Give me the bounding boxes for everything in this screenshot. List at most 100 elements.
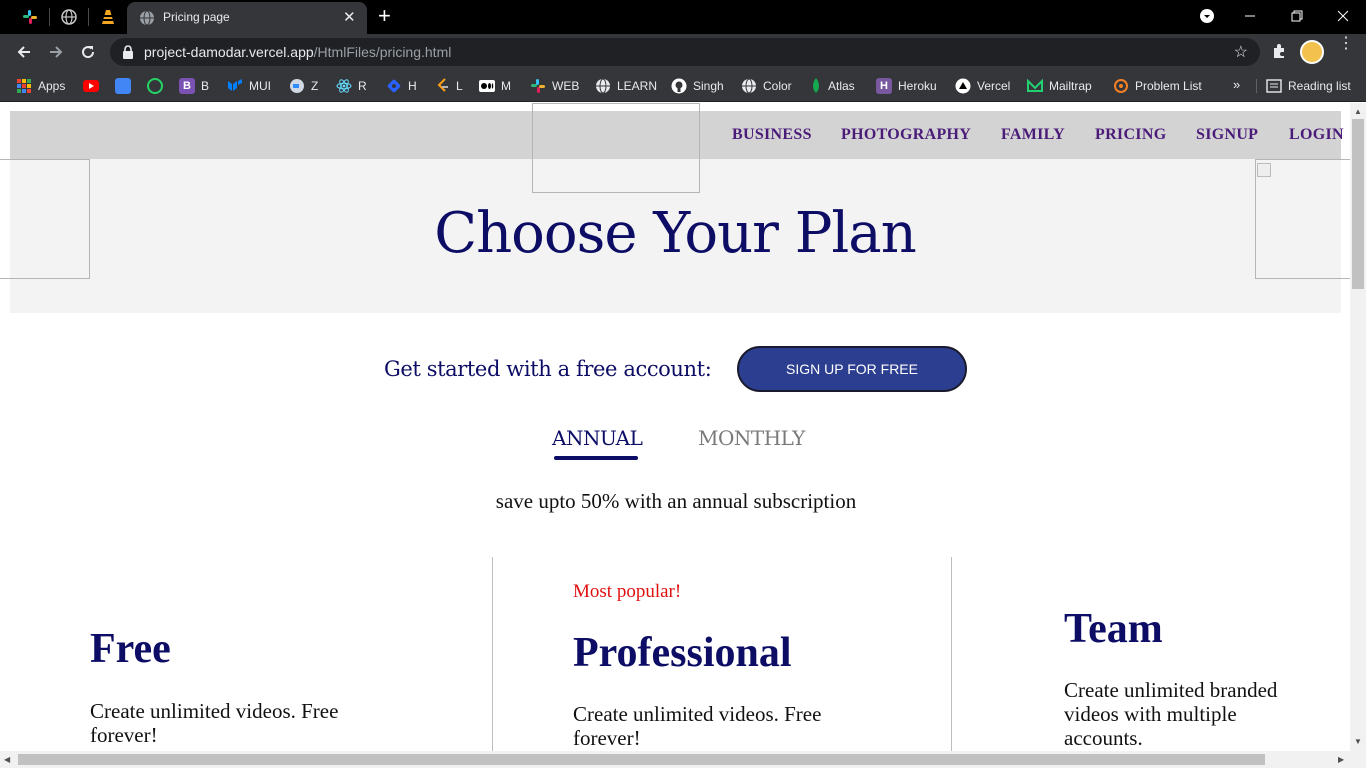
slack-icon	[531, 79, 545, 93]
bookmark-vercel[interactable]: Vercel	[955, 77, 1010, 95]
nav-link-signup[interactable]: SIGNUP	[1196, 126, 1258, 144]
bookmark-label: Z	[311, 79, 319, 93]
google-translate-icon	[115, 78, 131, 94]
vertical-scrollbar[interactable]: ▲ ▼	[1350, 103, 1366, 751]
url-text: project-damodar.vercel.app/HtmlFiles/pri…	[144, 44, 451, 60]
bookmark-label: L	[456, 79, 463, 93]
bookmark-singh[interactable]: Singh	[671, 77, 724, 95]
horizontal-scroll-thumb[interactable]	[18, 754, 1265, 765]
bookmark-z[interactable]: Z	[289, 77, 318, 95]
nav-link-photography[interactable]: PHOTOGRAPHY	[841, 126, 971, 144]
bookmark-mui[interactable]: MUI	[227, 77, 271, 95]
reload-icon	[82, 46, 95, 59]
page-title: Choose Your Plan	[434, 201, 917, 266]
heroku-icon: H	[876, 78, 892, 94]
arrow-left-icon	[17, 46, 30, 58]
apps-grid-icon	[17, 79, 31, 93]
close-window-button[interactable]	[1323, 4, 1363, 28]
reload-button[interactable]	[76, 40, 100, 64]
bookmark-label: Mailtrap	[1049, 79, 1092, 93]
profile-avatar[interactable]	[1300, 40, 1324, 64]
bookmark-l[interactable]: L	[436, 77, 463, 95]
plan-name-team: Team	[1064, 606, 1163, 652]
scroll-left-arrow-icon[interactable]: ◀	[4, 755, 10, 764]
tab-separator	[88, 8, 89, 26]
broken-image-icon	[1257, 163, 1271, 177]
pinned-tab[interactable]	[95, 5, 121, 29]
bookmark-r[interactable]: R	[336, 77, 367, 95]
tab-search-button[interactable]	[1187, 4, 1227, 28]
bookmark-star-icon[interactable]: ☆	[1234, 42, 1248, 62]
bookmarks-bar: Apps B B MUI Z R H L M WEB LEARN Singh C…	[0, 70, 1366, 102]
leetcode-icon	[437, 78, 448, 92]
url-host: project-damodar.vercel.app	[144, 44, 314, 60]
globe-pinned-tab[interactable]	[56, 5, 82, 29]
nav-link-family[interactable]: FAMILY	[1001, 126, 1065, 144]
tab-title: Pricing page	[163, 10, 230, 24]
bookmark-web[interactable]: WEB	[530, 77, 579, 95]
sign-up-free-button[interactable]: SIGN UP FOR FREE	[737, 346, 967, 392]
slack-pinned-tab[interactable]	[17, 5, 43, 29]
active-tab[interactable]: Pricing page ✕	[127, 2, 367, 34]
plan-divider	[951, 557, 952, 751]
slack-icon	[23, 10, 37, 24]
plan-description-team: Create unlimited branded videos with mul…	[1064, 678, 1278, 750]
url-path: /HtmlFiles/pricing.html	[313, 44, 452, 60]
plan-divider	[492, 557, 493, 751]
back-button[interactable]	[12, 40, 36, 64]
mongodb-leaf-icon	[813, 78, 819, 93]
youtube-icon	[83, 80, 99, 92]
bookmark-atlas[interactable]: Atlas	[810, 77, 855, 95]
browser-toolbar: project-damodar.vercel.app/HtmlFiles/pri…	[0, 34, 1366, 70]
restore-icon	[1291, 10, 1303, 22]
bookmark-learn[interactable]: LEARN	[595, 77, 657, 95]
browser-menu-icon[interactable]: ⋮	[1338, 36, 1354, 52]
chevron-down-icon	[1200, 9, 1214, 23]
bookmark-whatsapp[interactable]	[147, 77, 163, 95]
extensions-icon[interactable]	[1270, 42, 1288, 60]
close-tab-icon[interactable]: ✕	[343, 8, 356, 26]
new-tab-button[interactable]: +	[378, 4, 391, 28]
nav-link-login[interactable]: LOGIN	[1289, 126, 1344, 144]
reading-list-button[interactable]: Reading list	[1266, 77, 1351, 95]
restore-button[interactable]	[1277, 4, 1317, 28]
bookmark-youtube[interactable]	[83, 77, 99, 95]
scroll-right-arrow-icon[interactable]: ▶	[1338, 755, 1344, 764]
nav-link-pricing[interactable]: PRICING	[1095, 126, 1166, 144]
plan-description-free: Create unlimited videos. Free forever!	[90, 699, 339, 747]
tab-monthly[interactable]: MONTHLY	[698, 426, 805, 450]
bookmark-color[interactable]: Color	[741, 77, 792, 95]
forward-button[interactable]	[44, 40, 68, 64]
road-cone-icon	[102, 10, 114, 24]
plan-name-professional: Professional	[573, 630, 792, 676]
scroll-down-arrow-icon[interactable]: ▼	[1354, 737, 1362, 746]
bookmark-heroku[interactable]: H Heroku	[876, 77, 937, 95]
nav-link-business[interactable]: BUSINESS	[732, 126, 812, 144]
reading-list-icon	[1266, 79, 1282, 93]
bookmark-h[interactable]: H	[386, 77, 417, 95]
problem-list-icon	[1114, 79, 1128, 93]
bookmark-problem-list[interactable]: Problem List	[1113, 77, 1202, 95]
scroll-up-arrow-icon[interactable]: ▲	[1354, 107, 1362, 116]
bookmark-label: WEB	[552, 79, 580, 93]
globe-icon	[61, 9, 77, 25]
zoom-icon	[290, 79, 304, 93]
bookmark-label: Apps	[38, 79, 66, 93]
whatsapp-icon	[147, 78, 163, 94]
horizontal-scrollbar[interactable]: ◀ ▶	[0, 751, 1366, 768]
bookmark-apps[interactable]: Apps	[16, 77, 65, 95]
minimize-button[interactable]	[1230, 4, 1270, 28]
address-bar[interactable]: project-damodar.vercel.app/HtmlFiles/pri…	[110, 38, 1260, 66]
most-popular-badge: Most popular!	[573, 581, 682, 602]
bookmark-label: B	[201, 79, 210, 93]
active-tab-indicator	[554, 456, 638, 460]
bookmark-label: Color	[763, 79, 792, 93]
bookmark-b[interactable]: B B	[179, 77, 209, 95]
vertical-scroll-thumb[interactable]	[1352, 119, 1364, 289]
bookmarks-separator	[1256, 79, 1257, 93]
bookmark-m[interactable]: M	[479, 77, 511, 95]
bookmarks-overflow-button[interactable]: »	[1233, 77, 1240, 92]
bookmark-mailtrap[interactable]: Mailtrap	[1027, 77, 1092, 95]
bookmark-google-translate[interactable]	[115, 77, 131, 95]
tab-annual[interactable]: ANNUAL	[552, 426, 643, 450]
